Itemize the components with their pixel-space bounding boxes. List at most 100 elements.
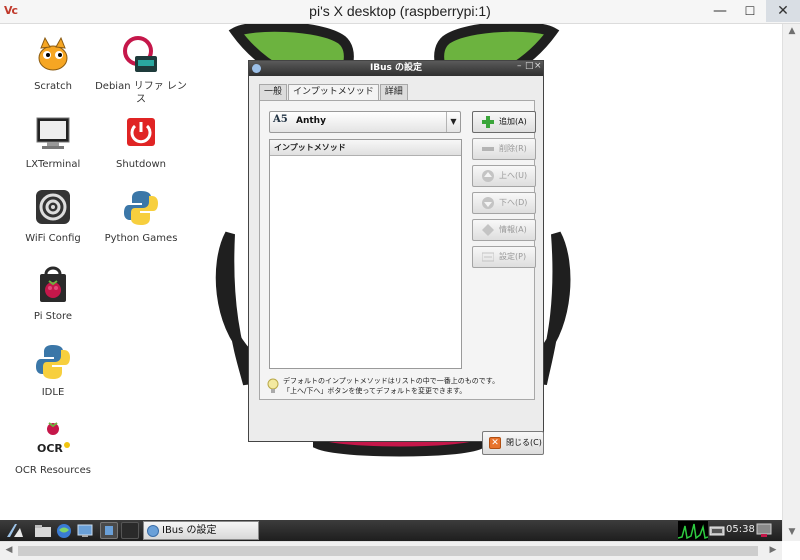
desktop-icon-label: OCR Resources bbox=[14, 465, 92, 476]
arrow-up-icon bbox=[482, 170, 494, 182]
desktop-icon-label: LXTerminal bbox=[25, 159, 81, 170]
logout-icon[interactable] bbox=[756, 523, 772, 538]
dialog-title: IBus の設定 bbox=[369, 63, 423, 73]
dialog-maximize-button[interactable]: □ bbox=[525, 61, 534, 71]
dialog-titlebar[interactable]: IBus の設定 – □ × bbox=[249, 61, 543, 76]
desktop-icon-wifi-config[interactable]: WiFi Config bbox=[5, 188, 101, 245]
input-method-list[interactable]: インプットメソッド bbox=[269, 139, 462, 369]
desktop-icon-shutdown[interactable]: Shutdown bbox=[93, 114, 189, 171]
arrow-down-icon bbox=[482, 197, 494, 209]
scroll-left-arrow-icon[interactable]: ◀ bbox=[0, 545, 18, 555]
file-manager-icon[interactable] bbox=[34, 522, 52, 539]
ibus-icon bbox=[147, 525, 159, 537]
workspace-icon bbox=[105, 526, 113, 535]
tab-bar: 一般 インプットメソッド 詳細 bbox=[259, 84, 409, 101]
info-button[interactable]: 情報(A) bbox=[472, 219, 536, 241]
anthy-icon: A5 bbox=[273, 114, 288, 125]
remove-button[interactable]: 削除(R) bbox=[472, 138, 536, 160]
tab-advanced[interactable]: 詳細 bbox=[379, 84, 408, 100]
scroll-up-arrow-icon[interactable]: ▲ bbox=[783, 26, 800, 36]
desktop-icon-label: IDLE bbox=[41, 387, 65, 398]
lightbulb-icon bbox=[267, 378, 279, 393]
lxde-taskbar: IBus の設定 05:38 bbox=[0, 520, 782, 541]
ibus-icon bbox=[252, 64, 261, 73]
taskbar-item-label: IBus の設定 bbox=[162, 525, 217, 536]
close-icon: ✕ bbox=[489, 437, 501, 449]
desktop-icon-idle[interactable]: IDLE bbox=[5, 342, 101, 399]
ibus-settings-dialog: IBus の設定 – □ × 一般 インプットメソッド 詳細 A5 Anthy … bbox=[248, 60, 544, 455]
window-title: pi's X desktop (raspberrypi:1) bbox=[309, 3, 491, 19]
info-button-label: 情報(A) bbox=[499, 225, 527, 234]
workspace-2-button[interactable] bbox=[121, 522, 139, 539]
ocr-icon: OCR bbox=[33, 420, 73, 460]
tab-input-method[interactable]: インプットメソッド bbox=[288, 84, 379, 101]
horizontal-scrollbar[interactable]: ◀ ▶ bbox=[0, 541, 782, 560]
input-method-panel: A5 Anthy ▼ インプットメソッド 追加(A) 削除(R) 上へ(U) 下… bbox=[259, 100, 536, 400]
window-titlebar[interactable]: Vc pi's X desktop (raspberrypi:1) — ☐ ✕ bbox=[0, 0, 800, 24]
menu-icon[interactable] bbox=[4, 522, 26, 539]
desktop-icon-label: Shutdown bbox=[116, 159, 166, 170]
info-icon bbox=[482, 224, 494, 236]
list-column-header[interactable]: インプットメソッド bbox=[270, 140, 461, 156]
move-up-button-label: 上へ(U) bbox=[499, 171, 528, 180]
desktop-icon-label: Scratch bbox=[34, 81, 72, 92]
taskbar-clock[interactable]: 05:38 bbox=[726, 524, 755, 535]
workspace-1-button[interactable] bbox=[100, 522, 118, 539]
preferences-button[interactable]: 設定(P) bbox=[472, 246, 536, 268]
remove-button-label: 削除(R) bbox=[499, 144, 527, 153]
scroll-right-arrow-icon[interactable]: ▶ bbox=[764, 545, 782, 555]
desktop-icon-python-games[interactable]: Python Games bbox=[93, 188, 189, 245]
close-window-button[interactable]: ✕ bbox=[766, 0, 800, 22]
move-down-button[interactable]: 下へ(D) bbox=[472, 192, 536, 214]
move-up-button[interactable]: 上へ(U) bbox=[472, 165, 536, 187]
power-icon bbox=[121, 114, 161, 154]
dialog-close-button[interactable]: × bbox=[534, 61, 542, 71]
desktop-icon-label: WiFi Config bbox=[25, 233, 81, 244]
preferences-icon bbox=[482, 252, 494, 262]
python-icon bbox=[121, 188, 161, 228]
preferences-button-label: 設定(P) bbox=[499, 252, 527, 261]
hint-line-1: デフォルトのインプットメソッドはリストの中で一番上のものです。 bbox=[283, 377, 500, 385]
network-icon[interactable] bbox=[709, 524, 725, 537]
scroll-down-arrow-icon[interactable]: ▼ bbox=[783, 527, 800, 537]
web-browser-icon[interactable] bbox=[55, 522, 73, 539]
maximize-button[interactable]: ☐ bbox=[736, 0, 764, 22]
input-method-select[interactable]: A5 Anthy ▼ bbox=[269, 111, 461, 133]
chevron-down-icon[interactable]: ▼ bbox=[446, 112, 460, 132]
add-button-label: 追加(A) bbox=[499, 117, 527, 126]
desktop-icon-label: Debian リファ レンス bbox=[95, 81, 187, 105]
debian-reference-icon bbox=[121, 36, 161, 76]
show-desktop-icon[interactable] bbox=[76, 522, 94, 539]
tab-general[interactable]: 一般 bbox=[259, 84, 288, 100]
dialog-minimize-button[interactable]: – bbox=[517, 61, 522, 71]
minus-icon bbox=[482, 147, 494, 151]
minimize-button[interactable]: — bbox=[706, 0, 734, 22]
hint-line-2: 「上へ/下へ」ボタンを使ってデフォルトを変更できます。 bbox=[283, 387, 467, 395]
remote-desktop[interactable]: Scratch Debian リファ レンス LXTerminal Shutdo… bbox=[0, 24, 782, 541]
desktop-icon-ocr-resources[interactable]: OCR OCR Resources bbox=[5, 420, 101, 477]
wifi-icon bbox=[33, 188, 73, 228]
desktop-icon-lxterminal[interactable]: LXTerminal bbox=[5, 114, 101, 171]
desktop-icon-label: Python Games bbox=[104, 233, 178, 244]
input-method-select-value: Anthy bbox=[296, 116, 326, 126]
terminal-icon bbox=[33, 114, 73, 154]
plus-icon bbox=[482, 116, 494, 128]
cpu-monitor-icon bbox=[678, 521, 708, 540]
taskbar-item-ibus-settings[interactable]: IBus の設定 bbox=[143, 521, 259, 540]
close-button[interactable]: ✕ 閉じる(C) bbox=[482, 431, 544, 455]
close-button-face[interactable]: ✕ 閉じる(C) bbox=[482, 431, 544, 455]
desktop-icon-debian-reference[interactable]: Debian リファ レンス bbox=[93, 36, 189, 106]
desktop-icon-scratch[interactable]: Scratch bbox=[5, 36, 101, 93]
vertical-scrollbar[interactable]: ▲ ▼ bbox=[782, 24, 800, 541]
pi-store-icon bbox=[33, 266, 73, 306]
desktop-icon-label: Pi Store bbox=[33, 311, 73, 322]
desktop-icon-pi-store[interactable]: Pi Store bbox=[5, 266, 101, 323]
svg-text:OCR: OCR bbox=[37, 442, 63, 455]
add-button[interactable]: 追加(A) bbox=[472, 111, 536, 133]
python-icon bbox=[33, 342, 73, 382]
horizontal-scroll-thumb[interactable] bbox=[18, 546, 758, 556]
close-button-label: 閉じる(C) bbox=[506, 438, 542, 447]
default-method-hint: デフォルトのインプットメソッドはリストの中で一番上のものです。 「上へ/下へ」ボ… bbox=[267, 376, 535, 400]
move-down-button-label: 下へ(D) bbox=[499, 198, 528, 207]
vnc-viewer-window: Vc pi's X desktop (raspberrypi:1) — ☐ ✕ … bbox=[0, 0, 800, 560]
